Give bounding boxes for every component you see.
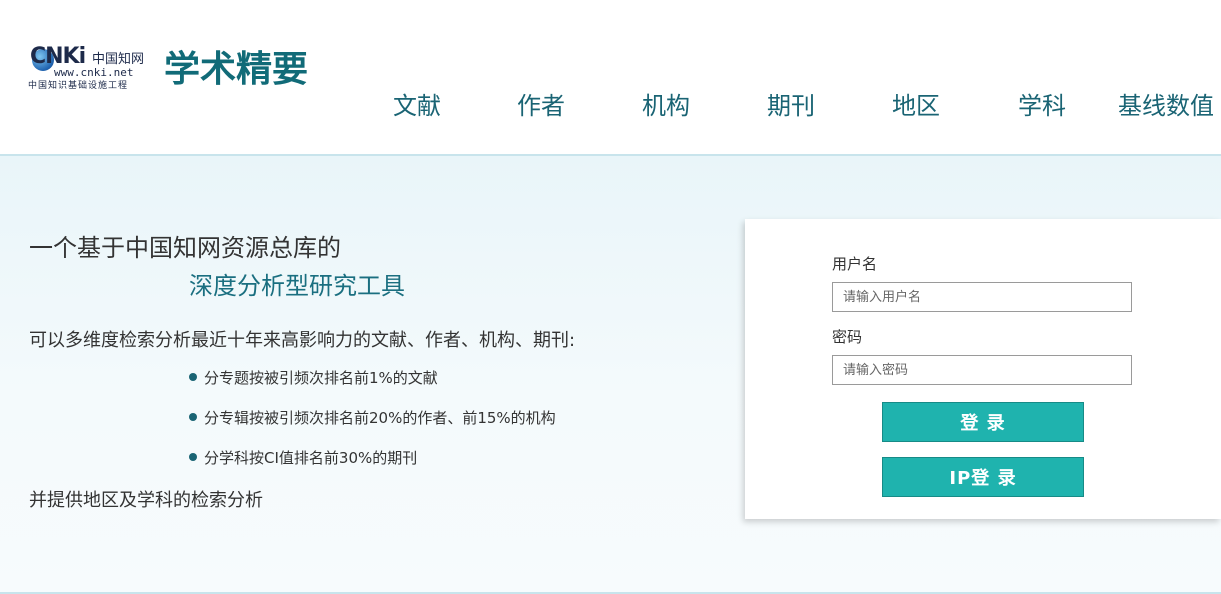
password-label: 密码 <box>832 328 863 346</box>
cnki-brand-cn: 中国知网 <box>92 52 145 67</box>
nav-item-authors[interactable]: 作者 <box>517 88 565 124</box>
feature-text: 分专辑按被引频次排名前20%的作者、前15%的机构 <box>204 409 556 427</box>
logo[interactable]: CNKi 中国知网 www.cnki.net 中国知识基础设施工程 学术精要 <box>28 46 328 96</box>
cnki-subtitle: 中国知识基础设施工程 <box>28 81 129 91</box>
feature-bullet: 分专辑按被引频次排名前20%的作者、前15%的机构 <box>189 407 556 428</box>
bullet-dot-icon <box>189 372 197 381</box>
intro-footer: 并提供地区及学科的检索分析 <box>29 490 263 511</box>
password-input[interactable] <box>832 355 1132 385</box>
nav-item-baselines[interactable]: 基线数值 <box>1118 88 1214 124</box>
nav-item-regions[interactable]: 地区 <box>892 88 940 124</box>
feature-bullet: 分专题按被引频次排名前1%的文献 <box>189 367 438 388</box>
page-header: CNKi 中国知网 www.cnki.net 中国知识基础设施工程 学术精要 文… <box>0 0 1221 154</box>
nav-item-institutions[interactable]: 机构 <box>642 88 690 124</box>
bullet-dot-icon <box>189 412 197 421</box>
nav-item-disciplines[interactable]: 学科 <box>1018 88 1066 124</box>
cnki-brand-text: CNKi <box>30 44 86 69</box>
nav-item-journals[interactable]: 期刊 <box>767 88 815 124</box>
feature-text: 分专题按被引频次排名前1%的文献 <box>204 369 438 387</box>
feature-bullet: 分学科按CI值排名前30%的期刊 <box>189 447 417 468</box>
username-input[interactable] <box>832 282 1132 312</box>
main-nav: 文献 作者 机构 期刊 地区 学科 基线数值 <box>368 88 1221 128</box>
intro-headline: 一个基于中国知网资源总库的 <box>29 234 341 262</box>
nav-item-documents[interactable]: 文献 <box>393 88 441 124</box>
feature-text: 分学科按CI值排名前30%的期刊 <box>204 449 418 467</box>
ip-login-button[interactable]: IP登 录 <box>882 457 1084 497</box>
product-title: 学术精要 <box>164 49 309 90</box>
login-button[interactable]: 登 录 <box>882 402 1084 442</box>
cnki-logo: CNKi 中国知网 www.cnki.net 中国知识基础设施工程 <box>28 46 158 92</box>
bullet-dot-icon <box>189 452 197 461</box>
intro-highlight: 深度分析型研究工具 <box>189 272 405 300</box>
username-label: 用户名 <box>832 255 878 273</box>
intro-description: 可以多维度检索分析最近十年来高影响力的文献、作者、机构、期刊: <box>29 330 576 351</box>
login-panel: 用户名 密码 登 录 IP登 录 <box>745 219 1221 519</box>
main-content: 一个基于中国知网资源总库的 深度分析型研究工具 可以多维度检索分析最近十年来高影… <box>0 156 1221 592</box>
